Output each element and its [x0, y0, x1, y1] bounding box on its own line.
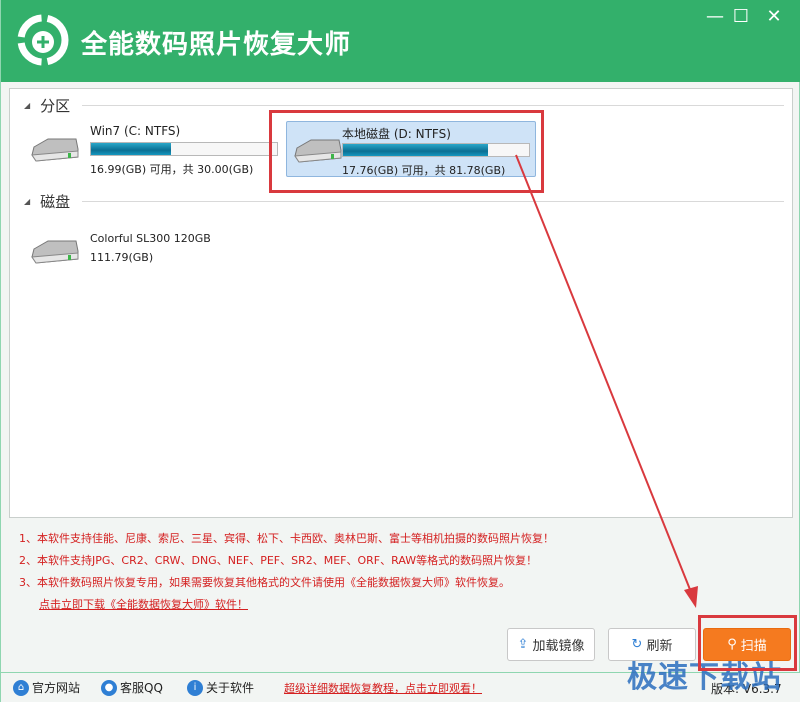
search-icon: ⚲	[727, 637, 737, 652]
section-disks[interactable]: ◢ 磁盘	[24, 191, 784, 212]
hard-drive-icon	[31, 240, 79, 264]
notes: 1、本软件支持佳能、尼康、索尼、三星、宾得、松下、卡西欧、奥林巴斯、富士等相机拍…	[19, 528, 554, 616]
refresh-icon: ↻	[631, 637, 643, 652]
partition-d[interactable]: 本地磁盘 (D: NTFS) 17.76(GB) 可用，共 81.78(GB)	[286, 121, 536, 177]
drive-name: 本地磁盘 (D: NTFS)	[342, 127, 451, 141]
download-link[interactable]: 点击立即下载《全能数据恢复大师》软件！	[39, 594, 554, 616]
load-image-button[interactable]: ⇪ 加载镜像	[507, 628, 595, 661]
usage-fill	[91, 143, 171, 155]
drive-info: 17.76(GB) 可用，共 81.78(GB)	[342, 164, 506, 177]
label: 官方网站	[32, 681, 81, 695]
hard-drive-icon	[294, 139, 342, 163]
divider	[82, 201, 784, 202]
maximize-button[interactable]: ☐	[730, 6, 752, 27]
watermark: 极速下载站	[627, 660, 782, 695]
label: 关于软件	[206, 681, 255, 695]
section-label: 分区	[40, 97, 71, 115]
drive-info: 16.99(GB) 可用，共 30.00(GB)	[90, 163, 254, 176]
about-link[interactable]: i 关于软件	[187, 679, 254, 696]
usage-bar	[90, 142, 278, 156]
close-button[interactable]: ✕	[763, 6, 785, 27]
label: 客服QQ	[120, 681, 163, 695]
upload-icon: ⇪	[517, 637, 529, 652]
partition-c[interactable]: Win7 (C: NTFS) 16.99(GB) 可用，共 30.00(GB)	[24, 121, 278, 177]
tutorial-link[interactable]: 超级详细数据恢复教程，点击立即观看！	[284, 680, 482, 696]
collapse-icon[interactable]: ◢	[24, 197, 30, 206]
disk-colorful[interactable]: Colorful SL300 120GB 111.79(GB)	[24, 229, 274, 285]
title-bar: 全能数码照片恢复大师 — ☐ ✕	[1, 0, 800, 82]
home-icon: ⌂	[13, 679, 29, 696]
support-qq-link[interactable]: ● 客服QQ	[101, 679, 163, 696]
qq-icon: ●	[101, 679, 117, 696]
info-icon: i	[187, 679, 203, 696]
note-line: 3、本软件数码照片恢复专用，如果需要恢复其他格式的文件请使用《全能数据恢复大师》…	[19, 576, 510, 589]
app-title: 全能数码照片恢复大师	[81, 30, 352, 60]
drive-name: Win7 (C: NTFS)	[90, 124, 181, 138]
drive-info: 111.79(GB)	[90, 251, 154, 264]
note-line: 1、本软件支持佳能、尼康、索尼、三星、宾得、松下、卡西欧、奥林巴斯、富士等相机拍…	[19, 532, 554, 545]
drive-list-panel: ◢ 分区 Win7 (C: NTFS) 16.99(GB) 可用，共 30.00(…	[9, 88, 793, 518]
divider	[82, 105, 784, 106]
website-link[interactable]: ⌂ 官方网站	[13, 679, 80, 696]
app-logo-icon	[17, 14, 69, 66]
collapse-icon[interactable]: ◢	[24, 101, 30, 110]
section-partitions[interactable]: ◢ 分区	[24, 95, 784, 116]
section-label: 磁盘	[40, 193, 71, 211]
hard-drive-icon	[31, 138, 79, 162]
drive-name: Colorful SL300 120GB	[90, 232, 211, 245]
usage-bar	[342, 143, 530, 157]
usage-fill	[343, 144, 489, 156]
minimize-button[interactable]: —	[704, 6, 726, 27]
note-line: 2、本软件支持JPG、CR2、CRW、DNG、NEF、PEF、SR2、MEF、O…	[19, 554, 538, 567]
button-label: 加载镜像	[532, 639, 585, 654]
